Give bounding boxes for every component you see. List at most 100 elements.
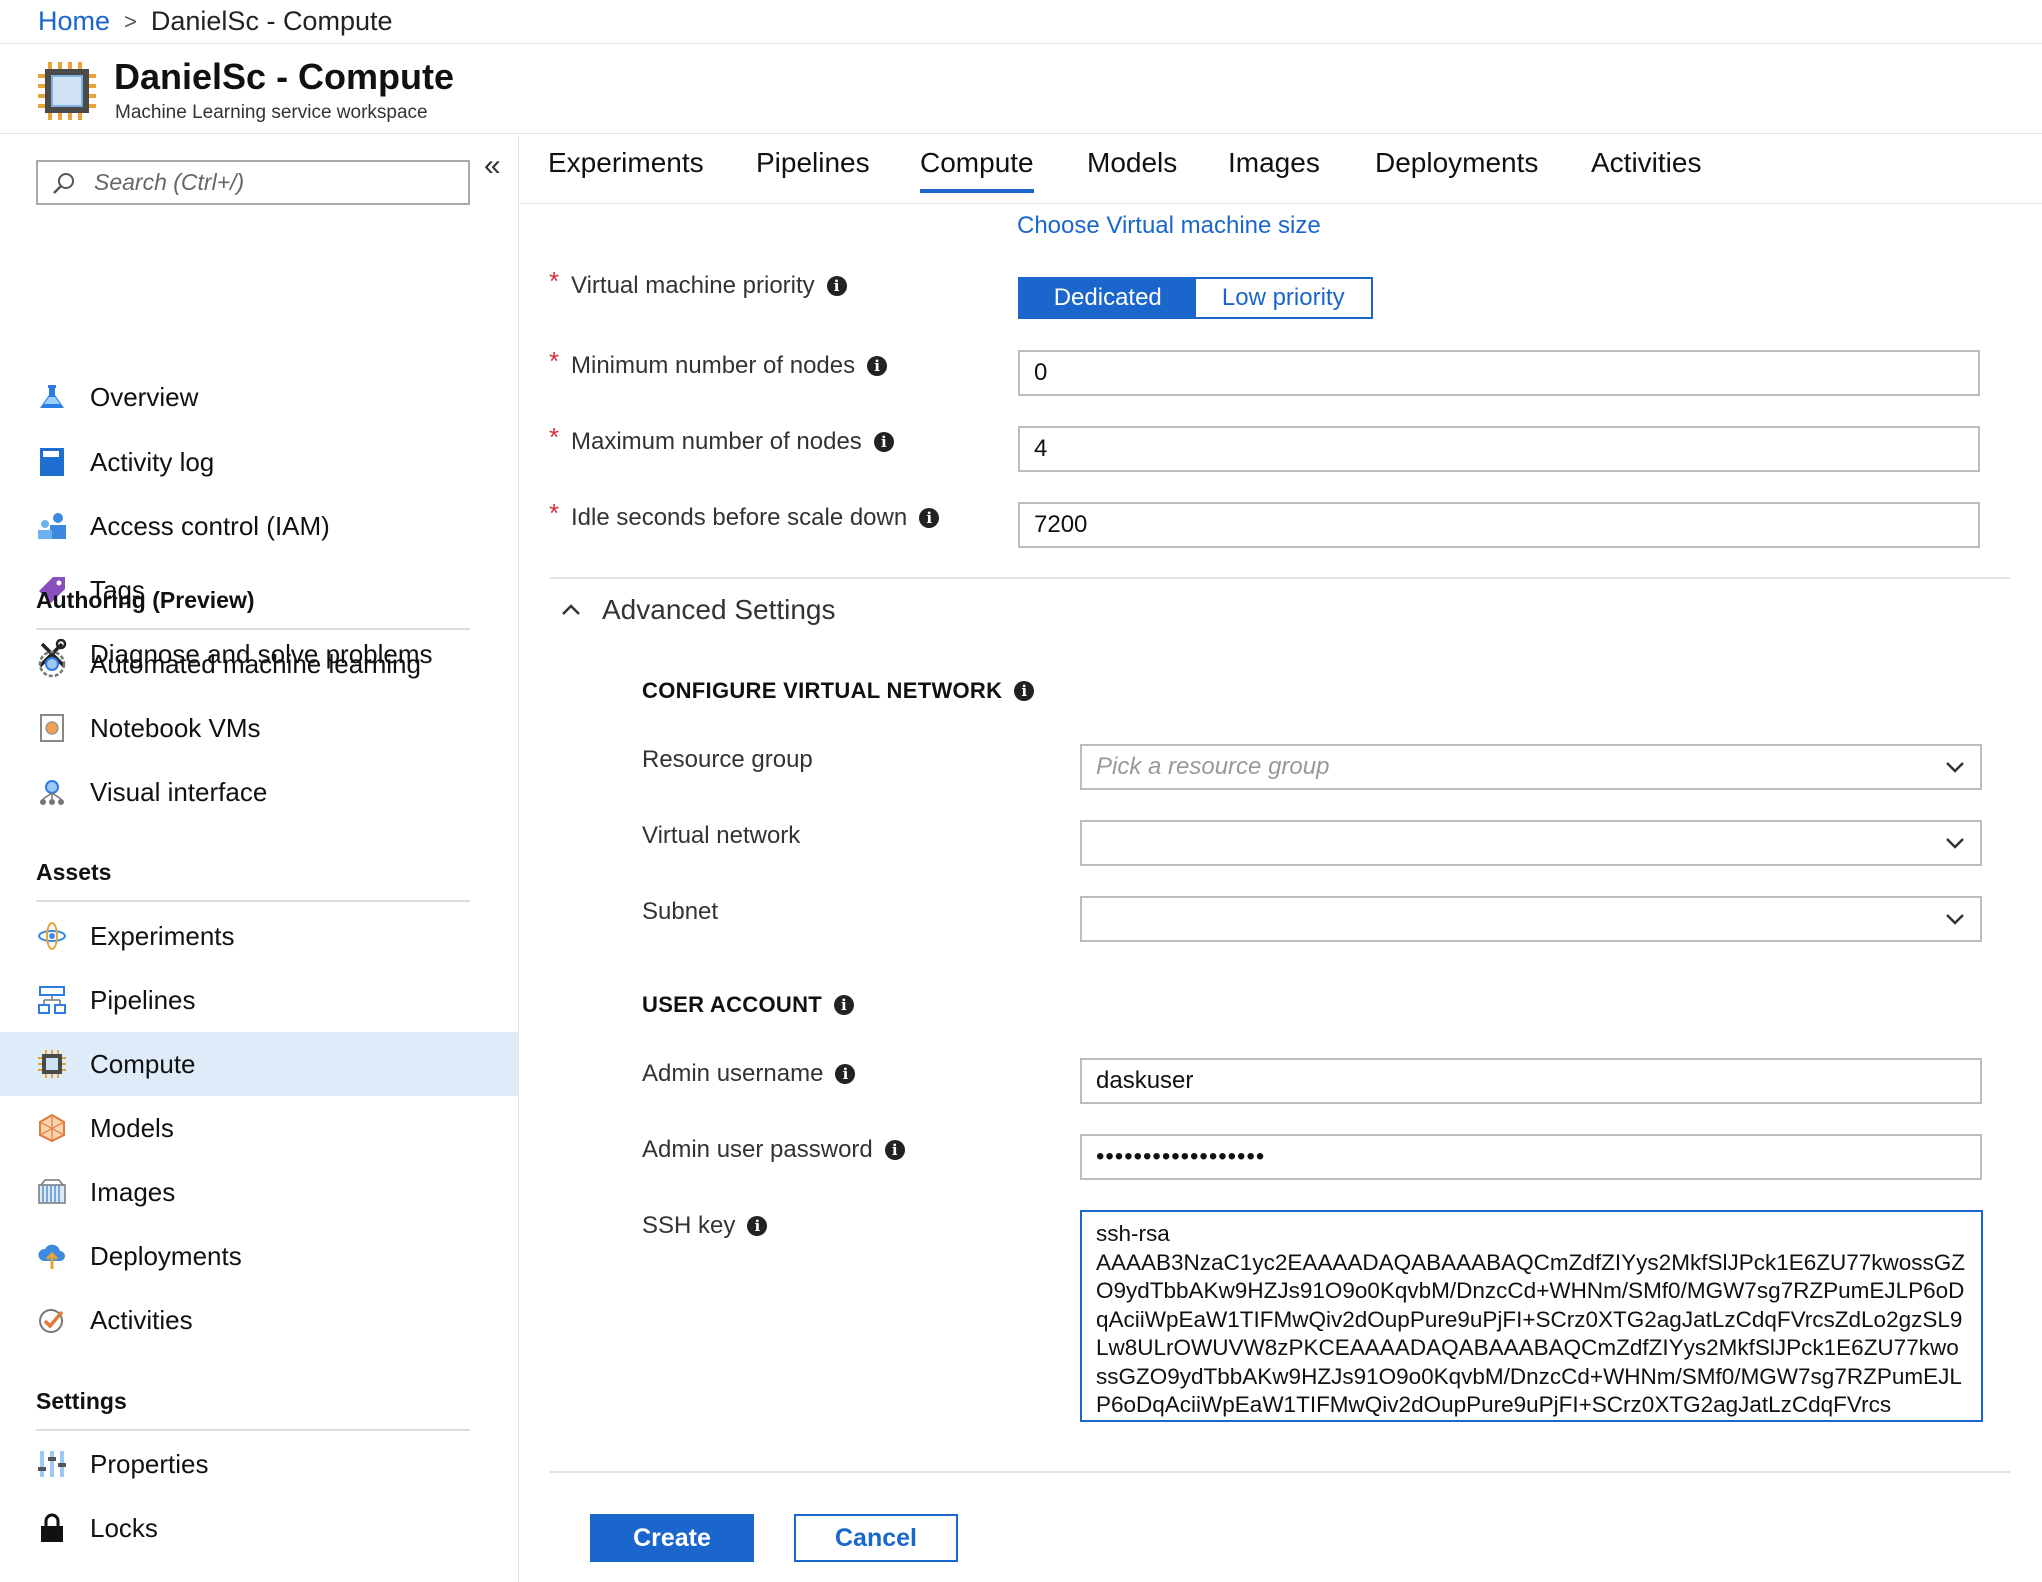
sidebar-item-activities[interactable]: Activities <box>0 1288 518 1352</box>
info-icon[interactable]: i <box>873 432 894 452</box>
section-title-authoring: Authoring (Preview) <box>36 587 255 613</box>
sidebar-item-activity-log[interactable]: Activity log <box>0 430 518 494</box>
deployments-icon <box>36 1240 68 1272</box>
max-nodes-input[interactable]: 4 <box>1018 426 1980 472</box>
section-divider <box>36 628 470 630</box>
info-icon[interactable]: i <box>834 995 855 1015</box>
max-nodes-label: Maximum number of nodes i <box>571 428 894 456</box>
create-button[interactable]: Create <box>590 1514 754 1562</box>
info-icon[interactable]: i <box>867 356 888 376</box>
field-label: Admin user password <box>642 1136 873 1163</box>
min-nodes-input[interactable]: 0 <box>1018 350 1980 396</box>
collapse-sidebar-icon[interactable]: « <box>484 149 501 183</box>
page-subtitle: Machine Learning service workspace <box>115 102 428 123</box>
chevron-up-icon <box>562 604 580 615</box>
sidebar-item-access-control[interactable]: Access control (IAM) <box>0 494 518 558</box>
properties-icon <box>36 1448 68 1480</box>
vm-priority-label: Virtual machine priority i <box>571 272 847 300</box>
subnet-select[interactable] <box>1080 896 1982 942</box>
idle-seconds-label: Idle seconds before scale down i <box>571 504 940 532</box>
sidebar-item-overview[interactable]: Overview <box>0 365 518 429</box>
sidebar-item-automated-ml[interactable]: Automated machine learning <box>0 632 518 696</box>
tab-pipelines[interactable]: Pipelines <box>756 147 870 189</box>
sidebar-item-locks[interactable]: Locks <box>0 1496 518 1560</box>
priority-option-low[interactable]: Low priority <box>1195 279 1371 317</box>
tab-deployments[interactable]: Deployments <box>1375 147 1538 189</box>
sidebar-item-notebook-vms[interactable]: Notebook VMs <box>0 696 518 760</box>
priority-option-dedicated[interactable]: Dedicated <box>1020 279 1196 317</box>
info-icon[interactable]: i <box>1014 681 1035 701</box>
images-icon <box>36 1176 68 1208</box>
ssh-key-label: SSH key i <box>642 1212 768 1240</box>
field-label: Minimum number of nodes <box>571 352 856 379</box>
vm-priority-toggle: Dedicated Low priority <box>1018 277 1373 319</box>
flask-icon <box>36 381 68 413</box>
choose-vm-size-link[interactable]: Choose Virtual machine size <box>1017 212 1321 240</box>
section-title-assets: Assets <box>36 859 112 885</box>
compute-chip-icon <box>38 62 96 120</box>
breadcrumb-separator: > <box>124 8 137 34</box>
sidebar-item-models[interactable]: Models <box>0 1096 518 1160</box>
search-input[interactable]: Search (Ctrl+/) <box>36 160 470 205</box>
models-icon <box>36 1112 68 1144</box>
info-icon[interactable]: i <box>826 276 847 296</box>
info-icon[interactable]: i <box>884 1140 905 1160</box>
compute-icon <box>36 1048 68 1080</box>
lock-icon <box>36 1512 68 1544</box>
ssh-key-textarea[interactable]: ssh-rsa AAAAB3NzaC1yc2EAAAADAQABAAABAQCm… <box>1080 1210 1983 1422</box>
info-icon[interactable]: i <box>747 1216 768 1236</box>
cancel-button[interactable]: Cancel <box>794 1514 958 1562</box>
sidebar-item-label: Visual interface <box>90 776 268 807</box>
sidebar-item-label: Experiments <box>90 920 235 951</box>
chevron-down-icon <box>1946 762 1964 773</box>
sidebar-item-label: Pipelines <box>90 984 196 1015</box>
tab-bar: Experiments Pipelines Compute Models Ima… <box>520 135 2042 204</box>
pipelines-icon <box>36 984 68 1016</box>
sidebar-item-compute[interactable]: Compute <box>0 1032 518 1096</box>
sidebar-item-label: Compute <box>90 1048 196 1079</box>
field-label: Admin username <box>642 1060 824 1087</box>
tab-experiments[interactable]: Experiments <box>548 147 704 189</box>
sidebar-item-properties[interactable]: Properties <box>0 1432 518 1496</box>
sidebar-item-label: Deployments <box>90 1240 242 1271</box>
sidebar-item-label: Overview <box>90 381 199 412</box>
sidebar-item-visual-interface[interactable]: Visual interface <box>0 760 518 824</box>
idle-seconds-input[interactable]: 7200 <box>1018 502 1980 548</box>
footer-divider <box>550 1471 2010 1473</box>
admin-password-input[interactable]: •••••••••••••••••• <box>1080 1134 1982 1180</box>
sidebar-item-experiments[interactable]: Experiments <box>0 904 518 968</box>
field-label: SSH key <box>642 1212 736 1239</box>
admin-username-input[interactable]: daskuser <box>1080 1058 1982 1104</box>
page-header: DanielSc - Compute Machine Learning serv… <box>0 44 2042 134</box>
tab-images[interactable]: Images <box>1228 147 1320 189</box>
sidebar-item-pipelines[interactable]: Pipelines <box>0 968 518 1032</box>
page-title: DanielSc - Compute <box>114 56 455 97</box>
automl-icon <box>36 648 68 680</box>
tab-models[interactable]: Models <box>1087 147 1177 189</box>
tab-activities[interactable]: Activities <box>1591 147 1701 189</box>
virtual-network-label: Virtual network <box>642 822 801 849</box>
info-icon[interactable]: i <box>835 1064 856 1084</box>
sidebar-item-label: Activity log <box>90 446 215 477</box>
experiments-icon <box>36 920 68 952</box>
breadcrumb-home-link[interactable]: Home <box>38 6 110 37</box>
sidebar-item-label: Access control (IAM) <box>90 510 330 541</box>
sidebar: Search (Ctrl+/) « Overview Activity log … <box>0 135 519 1582</box>
resource-group-select[interactable]: Pick a resource group <box>1080 744 1982 790</box>
advanced-settings-toggle[interactable]: Advanced Settings <box>560 594 836 626</box>
sidebar-item-label: Models <box>90 1112 174 1143</box>
heading-text: CONFIGURE VIRTUAL NETWORK <box>642 678 1003 703</box>
tab-compute[interactable]: Compute <box>920 147 1034 193</box>
sidebar-item-label: Activities <box>90 1304 193 1335</box>
subnet-label: Subnet <box>642 898 719 925</box>
activities-icon <box>36 1304 68 1336</box>
sidebar-item-images[interactable]: Images <box>0 1160 518 1224</box>
select-placeholder: Pick a resource group <box>1096 753 1330 780</box>
sidebar-item-deployments[interactable]: Deployments <box>0 1224 518 1288</box>
chevron-down-icon <box>1946 838 1964 849</box>
user-account-heading: USER ACCOUNT i <box>642 992 855 1018</box>
info-icon[interactable]: i <box>919 508 940 528</box>
required-marker: * <box>549 346 560 376</box>
vnet-heading: CONFIGURE VIRTUAL NETWORK i <box>642 678 1035 704</box>
virtual-network-select[interactable] <box>1080 820 1982 866</box>
